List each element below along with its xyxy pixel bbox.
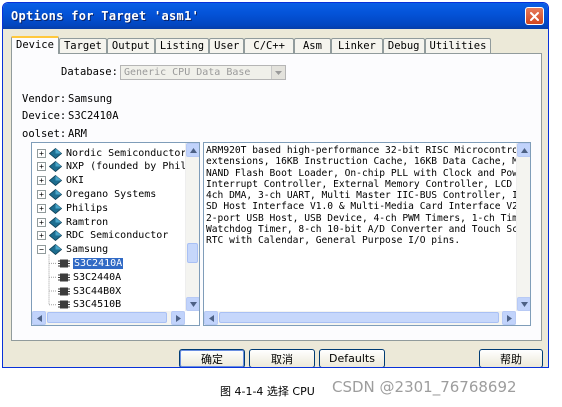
tab-listing[interactable]: Listing [154,38,210,54]
ok-button[interactable]: 确定 [179,349,245,367]
watermark: CSDN @2301_76768692 [332,378,517,396]
tree-hscroll-thumb[interactable] [47,312,167,323]
chevron-left-icon [208,314,214,322]
tab-target[interactable]: Target [58,38,107,54]
tree-item-label: S3C44B0X [73,285,122,297]
tab-bar: Device Target Output Listing User C/C++ … [11,36,492,54]
description-text: ARM920T based high-performance 32-bit RI… [206,145,516,247]
tree-vscroll-thumb[interactable] [187,243,198,263]
tab-utilities[interactable]: Utilities [424,38,492,54]
chevron-left-icon [36,314,42,322]
desc-horizontal-scrollbar[interactable] [204,311,516,325]
device-label: Device: [22,110,67,122]
desc-scroll-right-button[interactable] [502,311,516,325]
defaults-button[interactable]: Defaults [319,349,385,367]
close-button[interactable] [525,7,544,25]
help-button[interactable]: 帮助 [479,349,543,367]
vendor-value: Samsung [68,93,113,105]
chevron-up-icon [189,147,197,153]
database-value: Generic CPU Data Base [124,67,251,78]
chevron-up-icon [520,147,528,153]
tree-item[interactable]: S3C2410A [58,256,125,270]
chevron-right-icon [506,314,512,322]
tree-item-label: Philips [66,202,109,214]
tab-debug[interactable]: Debug [382,38,425,54]
device-panel: Database: Generic CPU Data Base Vendor: … [11,53,542,341]
device-value: S3C2410A [68,110,119,122]
desc-scroll-up-button[interactable] [517,143,530,157]
desc-vertical-scrollbar[interactable] [516,143,530,311]
tree-item-label: RDC Semiconductor [66,230,169,242]
database-select[interactable]: Generic CPU Data Base [120,65,286,80]
title-bar[interactable]: Options for Target 'asm1' [3,3,548,29]
vendor-label: Vendor: [22,93,67,105]
window-title: Options for Target 'asm1' [11,9,200,23]
tree-item[interactable]: S3C4510B [58,298,121,312]
desc-hscroll-thumb[interactable] [219,312,499,323]
chevron-down-icon [189,301,197,307]
scroll-up-button[interactable] [186,143,199,157]
device-tree[interactable]: + Nordic Semiconductor + NXP (founded by Ph… [31,142,200,326]
device-description[interactable]: ARM920T based high-performance 32-bit RI… [203,142,531,326]
scroll-left-button[interactable] [32,311,46,325]
tree-item-label: S3C2410A [71,256,125,270]
tree-connector-lines [48,254,57,306]
chevron-down-icon [520,301,528,307]
options-dialog: Options for Target 'asm1' Device Target … [2,2,549,368]
tab-output[interactable]: Output [106,38,155,54]
tree-item[interactable]: S3C2440A [58,270,121,284]
tab-linker[interactable]: Linker [330,38,383,54]
tree-item[interactable]: S3C44B0X [58,284,121,298]
tree-item-label: Nordic Semiconductor [66,147,187,159]
tree-vertical-scrollbar[interactable] [185,143,199,311]
toolset-value: ARM [68,128,87,140]
tab-c-cpp[interactable]: C/C++ [244,38,294,54]
tab-device[interactable]: Device [11,36,59,54]
desc-scroll-left-button[interactable] [204,311,218,325]
tab-user[interactable]: User [209,38,245,54]
tree-item-label: S3C2440A [73,271,122,283]
scroll-down-button[interactable] [186,297,199,311]
tree-item-label: NXP (founded by Philip [66,161,199,173]
chevron-right-icon [175,314,181,322]
tree-horizontal-scrollbar[interactable] [32,311,185,325]
tree-item-label: S3C4510B [73,299,122,311]
tree-item-label: OKI [66,175,85,187]
toolset-label: oolset: [22,128,67,140]
tree-item-label: Oregano Systems [66,188,157,200]
figure-caption: 图 4-1-4 选择 CPU [220,385,315,398]
scroll-right-button[interactable] [171,311,185,325]
desc-scroll-down-button[interactable] [517,297,530,311]
close-icon [530,11,539,21]
database-label: Database: [61,66,118,78]
tree-item-label: Samsung [66,244,109,256]
tab-asm[interactable]: Asm [293,38,331,54]
tree-item-label: Ramtron [66,216,109,228]
cancel-button[interactable]: 取消 [249,349,315,367]
chevron-down-icon[interactable] [271,66,285,79]
